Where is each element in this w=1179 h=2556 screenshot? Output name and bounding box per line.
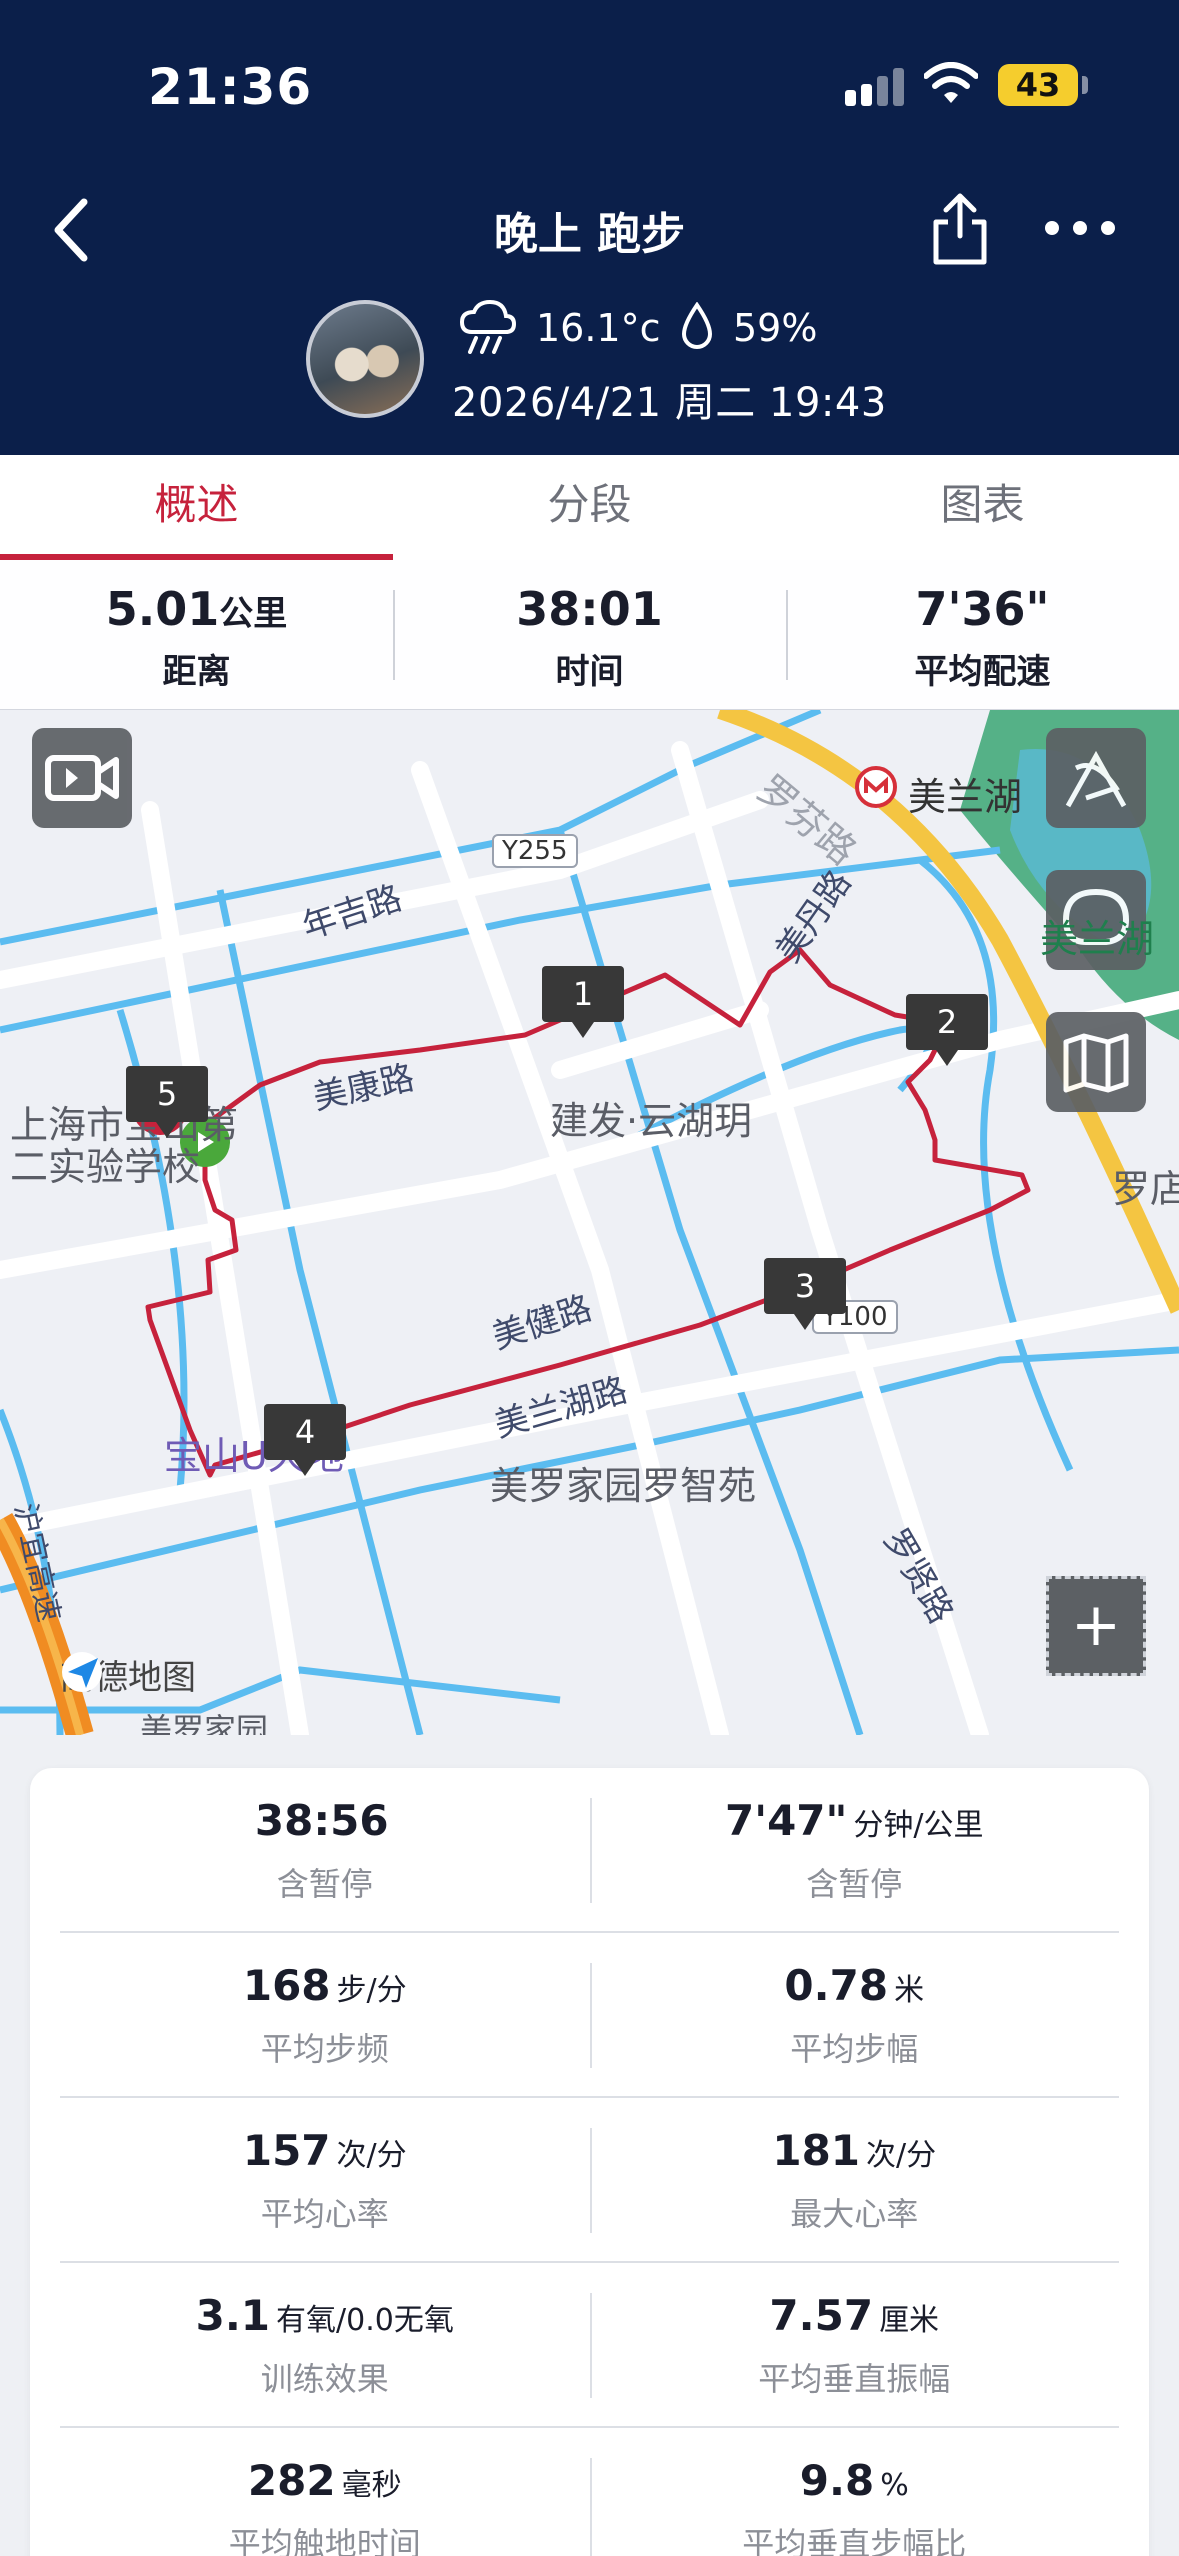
tab-charts[interactable]: 图表 (786, 455, 1179, 560)
place-label-garden: 美罗家园罗智苑 (490, 1464, 757, 1508)
stats-card: 38:56 含暂停 7'47" 分钟/公里 含暂停 168 步/分 平均步频 0.7… (30, 1768, 1149, 2556)
stat-ground-contact: 282 毫秒 平均触地时间 (60, 2428, 590, 2556)
tab-bar: 概述 分段 图表 (0, 455, 1179, 560)
stat-unit: 次/分 (866, 2138, 937, 2173)
humidity-drop-icon (681, 302, 713, 349)
summary-pace: 7'36" 平均配速 (786, 560, 1179, 709)
rain-cloud-icon (459, 300, 517, 354)
more-icon[interactable] (1040, 208, 1120, 248)
stat-label: 平均触地时间 (228, 2525, 421, 2556)
place-label-lake: 美兰湖 (1040, 917, 1155, 961)
stats-row: 168 步/分 平均步频 0.78 米 平均步幅 (60, 1933, 1119, 2098)
lap-marker-3[interactable]: 3 (764, 1258, 846, 1330)
metro-icon (855, 766, 897, 808)
stat-unit: 次/分 (336, 2138, 407, 2173)
stat-total-time: 38:56 含暂停 (60, 1768, 590, 1931)
stat-label: 训练效果 (260, 2360, 389, 2398)
place-label-lake-station: 美兰湖 (908, 775, 1023, 819)
lap-marker-2[interactable]: 2 (906, 994, 988, 1066)
share-icon[interactable] (928, 188, 992, 268)
stat-unit: % (880, 2468, 909, 2503)
stat-label: 平均步幅 (790, 2030, 919, 2068)
time-label: 时间 (555, 652, 624, 692)
route-map[interactable]: 年吉路 美康路 美丹路 罗芬路 美健路 美兰湖路 罗贤路 沪宜高速 上海市宝山第… (0, 710, 1179, 1735)
header: 21:36 43 晚上 跑步 16.1°c 59% 2026/4/21 周二 1… (0, 0, 1179, 455)
stat-unit: 毫秒 (341, 2468, 402, 2503)
stat-total-pace: 7'47" 分钟/公里 含暂停 (590, 1768, 1120, 1931)
wifi-icon (924, 62, 978, 103)
video-replay-icon[interactable] (32, 728, 132, 828)
stat-unit: 步/分 (336, 1973, 407, 2008)
stat-unit: 有氧/0.0无氧 (276, 2303, 454, 2338)
stat-label: 平均心率 (260, 2195, 389, 2233)
place-label-bottom: 美罗家园 (140, 1711, 269, 1735)
stat-value: 282 (247, 2456, 336, 2505)
map-canvas (0, 710, 1179, 1735)
summary-time: 38:01 时间 (393, 560, 786, 709)
route-draw-icon[interactable] (1046, 728, 1146, 828)
cellular-signal-icon (845, 66, 907, 106)
map-layers-icon[interactable] (1046, 1012, 1146, 1112)
page-title: 晚上 跑步 (493, 209, 686, 260)
stats-row: 157 次/分 平均心率 181 次/分 最大心率 (60, 2098, 1119, 2263)
stat-label: 平均步频 (260, 2030, 389, 2068)
stat-vertical-ratio: 9.8% 平均垂直步幅比 (590, 2428, 1120, 2556)
stat-unit: 厘米 (879, 2303, 940, 2338)
place-label-luodian: 罗店 (1112, 1167, 1179, 1211)
map-provider-logo: 高德地图 (60, 1650, 196, 1699)
stat-value: 3.1 (195, 2291, 271, 2340)
stat-value: 181 (772, 2126, 861, 2175)
stat-unit: 分钟/公里 (853, 1808, 984, 1843)
lap-marker-5[interactable]: 5 (126, 1066, 208, 1138)
amap-arrow-icon (62, 1652, 102, 1692)
stat-vertical-oscillation: 7.57 厘米 平均垂直振幅 (590, 2263, 1120, 2426)
summary-distance: 5.01公里 距离 (0, 560, 393, 709)
tab-overview[interactable]: 概述 (0, 455, 393, 560)
temperature: 16.1°c (536, 306, 661, 350)
distance-value: 5.01 (105, 582, 220, 636)
summary-bar: 5.01公里 距离 38:01 时间 7'36" 平均配速 (0, 560, 1179, 710)
time-value: 38:01 (516, 582, 663, 636)
stat-avg-hr: 157 次/分 平均心率 (60, 2098, 590, 2261)
stat-value: 157 (242, 2126, 331, 2175)
stat-value: 7.57 (769, 2291, 874, 2340)
place-label-complex: 建发·云湖玥 (550, 1099, 753, 1143)
stats-row: 282 毫秒 平均触地时间 9.8% 平均垂直步幅比 (60, 2428, 1119, 2556)
lap-marker-1[interactable]: 1 (542, 966, 624, 1038)
pace-value: 7'36" (915, 582, 1050, 636)
stat-value: 0.78 (784, 1961, 889, 2010)
stats-row: 38:56 含暂停 7'47" 分钟/公里 含暂停 (60, 1768, 1119, 1933)
battery-tip (1082, 76, 1088, 94)
lap-marker-4[interactable]: 4 (264, 1404, 346, 1476)
zoom-in-button[interactable]: + (1046, 1576, 1146, 1676)
stat-label: 平均垂直振幅 (758, 2360, 951, 2398)
distance-unit: 公里 (219, 594, 288, 634)
stat-unit: 米 (894, 1973, 925, 2008)
road-tag-y255: Y255 (492, 834, 578, 868)
stat-label: 最大心率 (790, 2195, 919, 2233)
stat-value: 7'47" (724, 1796, 848, 1845)
avatar[interactable] (306, 300, 424, 418)
stat-max-hr: 181 次/分 最大心率 (590, 2098, 1120, 2261)
stat-stride: 0.78 米 平均步幅 (590, 1933, 1120, 2096)
stat-label: 平均垂直步幅比 (742, 2525, 967, 2556)
status-time: 21:36 (148, 58, 313, 116)
stats-row: 3.1 有氧/0.0无氧 训练效果 7.57 厘米 平均垂直振幅 (60, 2263, 1119, 2428)
stat-value: 9.8 (799, 2456, 875, 2505)
stat-value: 168 (242, 1961, 331, 2010)
humidity: 59% (733, 306, 818, 350)
stat-label: 含暂停 (276, 1865, 373, 1903)
distance-label: 距离 (162, 652, 231, 692)
pace-label: 平均配速 (914, 652, 1051, 692)
stat-label: 含暂停 (806, 1865, 903, 1903)
stat-training-effect: 3.1 有氧/0.0无氧 训练效果 (60, 2263, 590, 2426)
stat-value: 38:56 (254, 1796, 389, 1845)
stat-cadence: 168 步/分 平均步频 (60, 1933, 590, 2096)
tab-splits[interactable]: 分段 (393, 455, 786, 560)
battery-icon: 43 (998, 64, 1078, 106)
activity-datetime: 2026/4/21 周二 19:43 (452, 380, 887, 426)
